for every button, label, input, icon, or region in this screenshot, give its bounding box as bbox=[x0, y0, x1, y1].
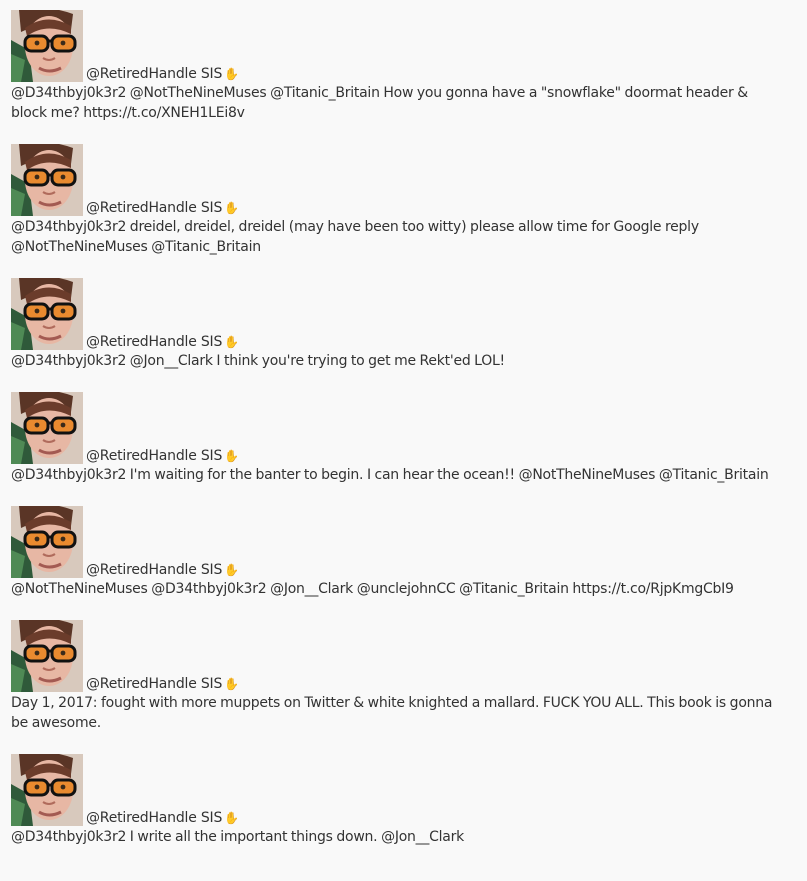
author-handle[interactable]: @RetiredHandle SIS ✋ bbox=[86, 448, 239, 464]
tweet: @RetiredHandle SIS ✋ @D34thbyj0k3r2 I wri… bbox=[11, 753, 796, 847]
author-name[interactable]: @RetiredHandle SIS bbox=[86, 676, 222, 692]
tweet-text: @D34thbyj0k3r2 @Jon__Clark I think you'r… bbox=[11, 353, 505, 369]
avatar[interactable] bbox=[11, 144, 83, 216]
waving-hand-icon: ✋ bbox=[224, 811, 239, 825]
author-name[interactable]: @RetiredHandle SIS bbox=[86, 810, 222, 826]
author-handle[interactable]: @RetiredHandle SIS ✋ bbox=[86, 200, 239, 216]
tweet: @RetiredHandle SIS ✋ @D34thbyj0k3r2 dreid… bbox=[11, 143, 796, 257]
tweet-text: @D34thbyj0k3r2 @NotTheNineMuses @Titanic… bbox=[11, 85, 748, 121]
avatar[interactable] bbox=[11, 620, 83, 692]
author-name[interactable]: @RetiredHandle SIS bbox=[86, 334, 222, 350]
author-name[interactable]: @RetiredHandle SIS bbox=[86, 562, 222, 578]
author-name[interactable]: @RetiredHandle SIS bbox=[86, 448, 222, 464]
tweet: @RetiredHandle SIS ✋ Day 1, 2017: fought … bbox=[11, 619, 796, 733]
tweet-feed: @RetiredHandle SIS ✋ @D34thbyj0k3r2 @NotT… bbox=[0, 0, 796, 847]
tweet-header: @RetiredHandle SIS ✋ bbox=[11, 277, 796, 350]
waving-hand-icon: ✋ bbox=[224, 335, 239, 349]
tweet-text: Day 1, 2017: fought with more muppets on… bbox=[11, 695, 773, 731]
tweet-header: @RetiredHandle SIS ✋ bbox=[11, 753, 796, 826]
waving-hand-icon: ✋ bbox=[224, 67, 239, 81]
author-handle[interactable]: @RetiredHandle SIS ✋ bbox=[86, 66, 239, 82]
tweet-text: @NotTheNineMuses @D34thbyj0k3r2 @Jon__Cl… bbox=[11, 581, 734, 597]
avatar[interactable] bbox=[11, 392, 83, 464]
author-handle[interactable]: @RetiredHandle SIS ✋ bbox=[86, 810, 239, 826]
tweet-header: @RetiredHandle SIS ✋ bbox=[11, 143, 796, 216]
tweet: @RetiredHandle SIS ✋ @D34thbyj0k3r2 I'm w… bbox=[11, 391, 796, 485]
waving-hand-icon: ✋ bbox=[224, 449, 239, 463]
author-handle[interactable]: @RetiredHandle SIS ✋ bbox=[86, 562, 239, 578]
author-handle[interactable]: @RetiredHandle SIS ✋ bbox=[86, 334, 239, 350]
avatar[interactable] bbox=[11, 506, 83, 578]
author-name[interactable]: @RetiredHandle SIS bbox=[86, 66, 222, 82]
avatar[interactable] bbox=[11, 10, 83, 82]
avatar[interactable] bbox=[11, 278, 83, 350]
tweet: @RetiredHandle SIS ✋ @D34thbyj0k3r2 @NotT… bbox=[11, 9, 796, 123]
author-name[interactable]: @RetiredHandle SIS bbox=[86, 200, 222, 216]
author-handle[interactable]: @RetiredHandle SIS ✋ bbox=[86, 676, 239, 692]
waving-hand-icon: ✋ bbox=[224, 201, 239, 215]
tweet-header: @RetiredHandle SIS ✋ bbox=[11, 9, 796, 82]
tweet: @RetiredHandle SIS ✋ @NotTheNineMuses @D3… bbox=[11, 505, 796, 599]
tweet-text: @D34thbyj0k3r2 I write all the important… bbox=[11, 829, 464, 845]
waving-hand-icon: ✋ bbox=[224, 563, 239, 577]
tweet-text: @D34thbyj0k3r2 I'm waiting for the bante… bbox=[11, 467, 769, 483]
tweet-header: @RetiredHandle SIS ✋ bbox=[11, 391, 796, 464]
waving-hand-icon: ✋ bbox=[224, 677, 239, 691]
tweet-header: @RetiredHandle SIS ✋ bbox=[11, 619, 796, 692]
tweet: @RetiredHandle SIS ✋ @D34thbyj0k3r2 @Jon_… bbox=[11, 277, 796, 371]
avatar[interactable] bbox=[11, 754, 83, 826]
tweet-text: @D34thbyj0k3r2 dreidel, dreidel, dreidel… bbox=[11, 219, 699, 255]
tweet-header: @RetiredHandle SIS ✋ bbox=[11, 505, 796, 578]
